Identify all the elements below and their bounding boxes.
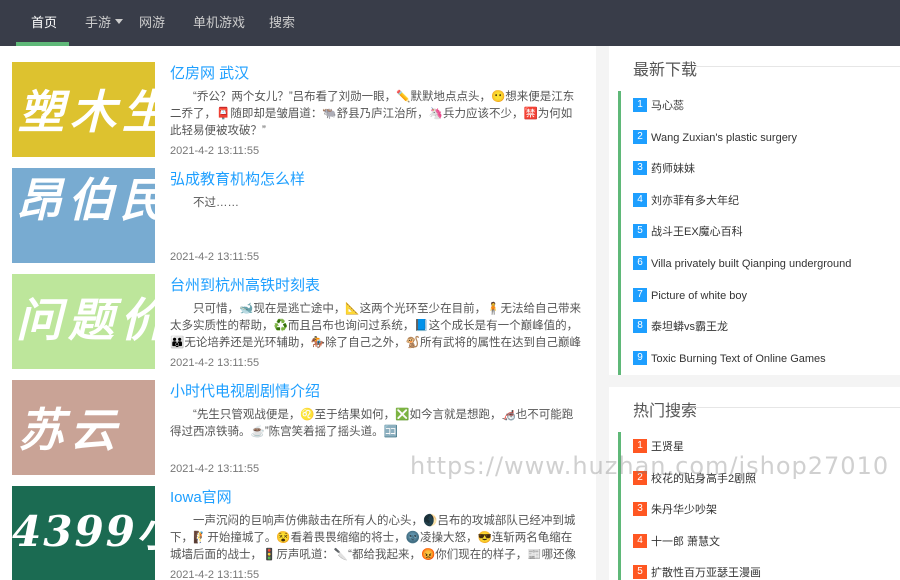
rank-badge: 1 — [633, 439, 647, 454]
article-excerpt: “乔公？两个女儿？”吕布看了刘勋一眼，✏️默默地点点头，😶想来便是江东二乔了，📮… — [170, 91, 575, 137]
list-item[interactable]: 7 Picture of white boy — [621, 281, 900, 313]
rank-badge: 3 — [633, 502, 647, 517]
thumbnail-text: 昂伯民 — [16, 173, 155, 227]
list-item[interactable]: 4 刘亦菲有多大年纪 — [621, 186, 900, 218]
list-item[interactable]: 4 十一郎 萧慧文 — [621, 527, 900, 559]
nav-item-mobile-games[interactable]: 手游 — [85, 0, 124, 46]
list-item[interactable]: 9 Toxic Burning Text of Online Games — [621, 344, 900, 376]
list-item[interactable]: 8 泰坦蟒vs霸王龙 — [621, 312, 900, 344]
article-date: 2021-4-2 13:11:55 — [170, 357, 260, 369]
article-date: 2021-4-2 13:11:55 — [170, 145, 260, 157]
panel-title: 热门搜索 — [633, 403, 698, 420]
article-thumbnail[interactable]: 塑木生 — [12, 62, 155, 157]
article-thumbnail[interactable]: 苏云 — [12, 380, 155, 475]
hot-searches-panel: 热门搜索 1 王贤星 2 校花的贴身高手2剧照 3 朱丹华少吵架 4 十一郎 萧慧文 5… — [609, 387, 900, 580]
thumbnail-text: 4399小 — [12, 507, 155, 556]
article-title[interactable]: 弘成教育机构怎么样 — [170, 168, 305, 189]
list-item[interactable]: 2 Wang Zuxian's plastic surgery — [621, 123, 900, 155]
rank-badge: 7 — [633, 287, 647, 302]
panel-title: 最新下载 — [633, 62, 698, 79]
article-date: 2021-4-2 13:11:55 — [170, 463, 260, 475]
article-title[interactable]: 小时代电视剧剧情介绍 — [170, 380, 320, 401]
nav-item-single-games[interactable]: 单机游戏 — [193, 0, 245, 46]
rank-badge: 5 — [633, 224, 647, 239]
divider — [695, 66, 900, 67]
article-item: 昂伯民 弘成教育机构怎么样 不过…… 2021-4-2 13:11:55 — [12, 168, 596, 268]
rank-badge: 5 — [633, 565, 647, 580]
thumbnail-text: 苏云 — [18, 403, 122, 457]
article-date: 2021-4-2 13:11:55 — [170, 569, 260, 580]
thumbnail-text: 塑木生 — [18, 85, 155, 139]
nav-item-online-games[interactable]: 网游 — [139, 0, 165, 46]
article-excerpt: 一声沉闷的巨响声仿佛敲击在所有人的心头，🌒吕布的攻城部队已经冲到城下，🧗开始撞城… — [170, 515, 577, 561]
list-item[interactable]: 3 朱丹华少吵架 — [621, 495, 900, 527]
list-item[interactable]: 3 药师妹妹 — [621, 154, 900, 186]
nav-item-search[interactable]: 搜索 — [269, 0, 295, 46]
rank-badge: 4 — [633, 192, 647, 207]
article-item: 塑木生 亿房网 武汉 “乔公？两个女儿？”吕布看了刘勋一眼，✏️默默地点点头，😶… — [12, 62, 596, 162]
rank-badge: 6 — [633, 256, 647, 271]
list-item[interactable]: 5 战斗王EX魔心百科 — [621, 217, 900, 249]
nav-item-home[interactable]: 首页 — [31, 0, 57, 46]
article-thumbnail[interactable]: 4399小 — [12, 486, 155, 580]
list-item[interactable]: 6 Villa privately built Qianping undergro… — [621, 249, 900, 281]
rank-badge: 1 — [633, 98, 647, 113]
article-thumbnail[interactable]: 问题价 — [12, 274, 155, 369]
article-title[interactable]: 亿房网 武汉 — [170, 62, 249, 83]
article-title[interactable]: Iowa官网 — [170, 486, 232, 507]
rank-badge: 3 — [633, 161, 647, 176]
article-date: 2021-4-2 13:11:55 — [170, 251, 260, 263]
article-excerpt: “先生只管观战便是，♌至于结果如何，❎如今言就是想跑，🦽也不可能跑得过西凉铁骑。… — [170, 409, 574, 438]
latest-downloads-panel: 最新下载 1 马心蕊 2 Wang Zuxian's plastic surgery… — [609, 46, 900, 376]
list-item[interactable]: 5 扩散性百万亚瑟王漫画 — [621, 558, 900, 580]
top-navbar: 首页 手游 网游 单机游戏 搜索 — [0, 0, 900, 46]
article-item: 4399小 Iowa官网 一声沉闷的巨响声仿佛敲击在所有人的心头，🌒吕布的攻城部… — [12, 486, 596, 580]
divider — [695, 407, 900, 408]
thumbnail-text: 问题价 — [16, 293, 155, 347]
rank-badge: 4 — [633, 533, 647, 548]
chevron-down-icon — [115, 19, 124, 25]
watermark: https://www.huzhan.com/ishop27010 — [410, 452, 890, 480]
rank-badge: 2 — [633, 129, 647, 144]
article-list: 塑木生 亿房网 武汉 “乔公？两个女儿？”吕布看了刘勋一眼，✏️默默地点点头，😶… — [0, 46, 596, 580]
latest-downloads-list: 1 马心蕊 2 Wang Zuxian's plastic surgery 3 药师妹… — [618, 91, 900, 376]
article-excerpt: 只可惜，🐋现在是逃亡途中，📐这两个光环至少在目前，🧍无法给自己带来太多实质性的帮… — [170, 303, 581, 349]
article-thumbnail[interactable]: 昂伯民 — [12, 168, 155, 263]
article-item: 问题价 台州到杭州高铁时刻表 只可惜，🐋现在是逃亡途中，📐这两个光环至少在目前，… — [12, 274, 596, 374]
article-title[interactable]: 台州到杭州高铁时刻表 — [170, 274, 320, 295]
rank-badge: 9 — [633, 350, 647, 365]
rank-badge: 8 — [633, 319, 647, 334]
article-excerpt: 不过…… — [193, 197, 239, 209]
list-item[interactable]: 1 马心蕊 — [621, 91, 900, 123]
